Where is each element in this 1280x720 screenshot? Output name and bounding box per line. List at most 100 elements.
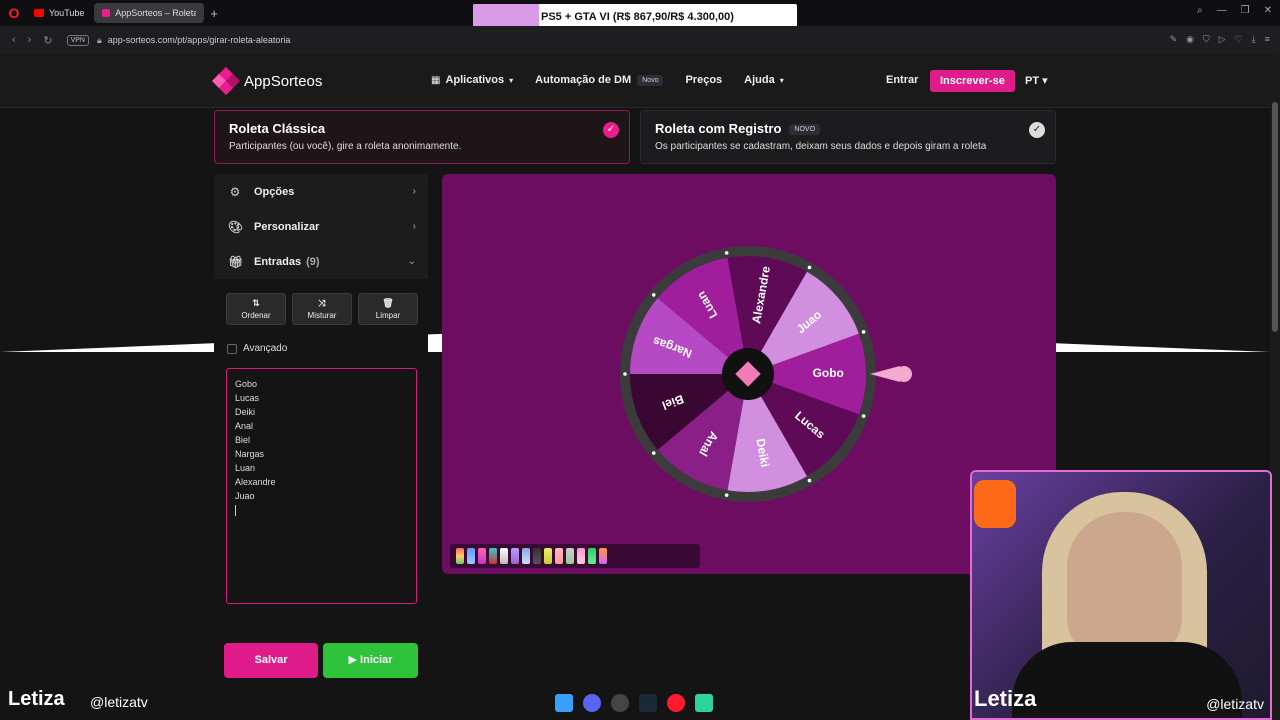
deadpool-figure xyxy=(974,480,1016,528)
tab-appsorteos[interactable]: AppSorteos – Roleta Alea xyxy=(94,3,205,23)
palette-swatch[interactable] xyxy=(500,548,508,564)
chevron-down-icon: ▾ xyxy=(779,75,784,85)
webcam-name: Letiza xyxy=(974,686,1037,711)
mode-desc: Participantes (ou você), gire a roleta a… xyxy=(229,141,462,152)
lock-icon[interactable]: 🔒︎ xyxy=(97,35,102,46)
menu-prices[interactable]: Preços xyxy=(685,74,722,86)
entry-line: Nargas xyxy=(235,449,265,459)
windows-icon[interactable] xyxy=(555,694,573,712)
sort-button[interactable]: ⇅ Ordenar xyxy=(226,293,286,325)
check-icon: ✓ xyxy=(1029,122,1045,138)
palette-swatch[interactable] xyxy=(511,548,519,564)
spin-wheel[interactable]: GoboLucasDeikiAnalBielNargasLuan Alexandr… xyxy=(442,174,1056,574)
tab-label: YouTube xyxy=(49,8,85,18)
wheel-peg xyxy=(807,478,812,483)
palette-swatch[interactable] xyxy=(544,548,552,564)
obs-icon[interactable] xyxy=(611,694,629,712)
palette-swatch[interactable] xyxy=(566,548,574,564)
palette-swatch[interactable] xyxy=(456,548,464,564)
entries-count: (9) xyxy=(306,255,320,268)
accordion-options[interactable]: ⚙ Opções › xyxy=(214,174,428,209)
webcam-overlay: Letiza @letizatv xyxy=(970,470,1272,720)
palette-swatch[interactable] xyxy=(533,548,541,564)
shuffle-icon: ⤨ xyxy=(318,298,326,308)
back-icon[interactable]: ‹ xyxy=(12,34,16,46)
palette-swatch[interactable] xyxy=(599,548,607,564)
entry-line: Lucas xyxy=(235,393,260,403)
wheel-segment-label: Gobo xyxy=(813,366,844,380)
reload-icon[interactable]: ↻ xyxy=(43,34,52,47)
app-icon[interactable] xyxy=(695,694,713,712)
entry-line: Juao xyxy=(235,491,255,501)
download-icon[interactable]: ⤓ xyxy=(1252,34,1256,45)
text-caret xyxy=(235,505,236,516)
play-icon[interactable]: ▷ xyxy=(1219,34,1226,45)
entries-tools: ⇅ Ordenar ⤨ Misturar 🗑︎ Limpar xyxy=(226,293,418,325)
scrollbar-thumb[interactable] xyxy=(1272,102,1278,332)
language-select[interactable]: PT ▾ xyxy=(1025,74,1048,87)
mode-title-text: Roleta com Registro xyxy=(655,121,782,136)
advanced-checkbox[interactable] xyxy=(227,343,237,354)
goal-text: PS5 + GTA VI (R$ 867,90/R$ 4.300,00) xyxy=(541,11,734,23)
mode-classic-card[interactable]: Roleta Clássica Participantes (ou você),… xyxy=(214,110,630,164)
entries-textarea[interactable]: Gobo Lucas Deiki Anal Biel Nargas Luan Alexandr… xyxy=(226,368,417,604)
entry-line: Alexandre xyxy=(235,477,276,487)
clear-button[interactable]: 🗑︎ Limpar xyxy=(358,293,418,325)
window-controls: ⌕ — ❐ ✕ xyxy=(1197,5,1272,16)
mode-title: Roleta Clássica xyxy=(229,121,326,136)
url-field[interactable]: app-sorteos.com/pt/apps/girar-roleta-ale… xyxy=(108,35,291,45)
streamer-handle-overlay: @letizatv xyxy=(90,694,148,710)
menu-help[interactable]: Ajuda ▾ xyxy=(744,74,784,86)
signup-button[interactable]: Inscrever-se xyxy=(930,70,1015,92)
steam-icon[interactable] xyxy=(639,694,657,712)
accordion-customize[interactable]: 🎨︎ Personalizar › xyxy=(214,209,428,244)
new-tab-button[interactable]: + xyxy=(210,6,218,21)
edit-icon[interactable]: ✎ xyxy=(1170,34,1178,45)
menu-icon[interactable]: ≡ xyxy=(1265,34,1270,45)
heart-icon[interactable]: ♡ xyxy=(1235,34,1243,45)
palette-swatch[interactable] xyxy=(467,548,475,564)
save-button[interactable]: Salvar xyxy=(224,643,318,678)
login-link[interactable]: Entrar xyxy=(886,74,918,86)
clear-label: Limpar xyxy=(375,311,401,320)
sort-icon: ⇅ xyxy=(252,298,260,308)
close-icon[interactable]: ✕ xyxy=(1264,5,1272,16)
advanced-toggle[interactable]: Avançado xyxy=(227,343,287,354)
opera-icon[interactable] xyxy=(667,694,685,712)
maximize-icon[interactable]: ❐ xyxy=(1241,5,1250,16)
address-bar: ‹ › ↻ VPN 🔒︎ app-sorteos.com/pt/apps/gir… xyxy=(0,26,1280,54)
entry-line: Anal xyxy=(235,421,254,431)
language-label: PT xyxy=(1025,75,1040,87)
palette-swatch[interactable] xyxy=(478,548,486,564)
wheel-peg xyxy=(724,493,729,497)
camera-icon[interactable]: ◉ xyxy=(1186,34,1194,45)
vpn-badge[interactable]: VPN xyxy=(66,34,89,46)
wheel-peg xyxy=(807,265,812,270)
logo-text: AppSorteos xyxy=(244,72,323,90)
forward-icon[interactable]: › xyxy=(28,34,32,46)
mode-register-card[interactable]: Roleta com Registro NOVO Os participantes… xyxy=(640,110,1056,164)
minimize-icon[interactable]: — xyxy=(1217,5,1227,16)
chevron-down-icon: ▾ xyxy=(509,75,514,85)
menu-dm-automation[interactable]: Automação de DM Novo xyxy=(535,74,664,86)
palette-swatch[interactable] xyxy=(489,548,497,564)
tab-label: AppSorteos – Roleta Alea xyxy=(115,8,197,18)
menu-apps[interactable]: ▦ Aplicativos ▾ xyxy=(431,74,513,86)
tab-youtube[interactable]: YouTube xyxy=(26,3,92,23)
palette-swatch[interactable] xyxy=(577,548,585,564)
search-icon[interactable]: ⌕ xyxy=(1197,5,1203,16)
shuffle-label: Misturar xyxy=(307,311,337,320)
color-palette[interactable] xyxy=(450,544,700,568)
entry-line: Deiki xyxy=(235,407,256,417)
start-button[interactable]: ▶ Iniciar xyxy=(323,643,418,678)
palette-swatch[interactable] xyxy=(555,548,563,564)
palette-swatch[interactable] xyxy=(588,548,596,564)
shield-icon[interactable]: ⛉ xyxy=(1203,34,1210,45)
shuffle-button[interactable]: ⤨ Misturar xyxy=(292,293,352,325)
site-logo[interactable]: AppSorteos xyxy=(211,66,323,96)
opera-logo-icon[interactable]: O xyxy=(4,3,24,23)
accordion-entries[interactable]: 🎁︎ Entradas (9) ⌄ xyxy=(214,244,428,279)
palette-swatch[interactable] xyxy=(522,548,530,564)
discord-icon[interactable] xyxy=(583,694,601,712)
webcam-handle: @letizatv xyxy=(1206,696,1264,712)
